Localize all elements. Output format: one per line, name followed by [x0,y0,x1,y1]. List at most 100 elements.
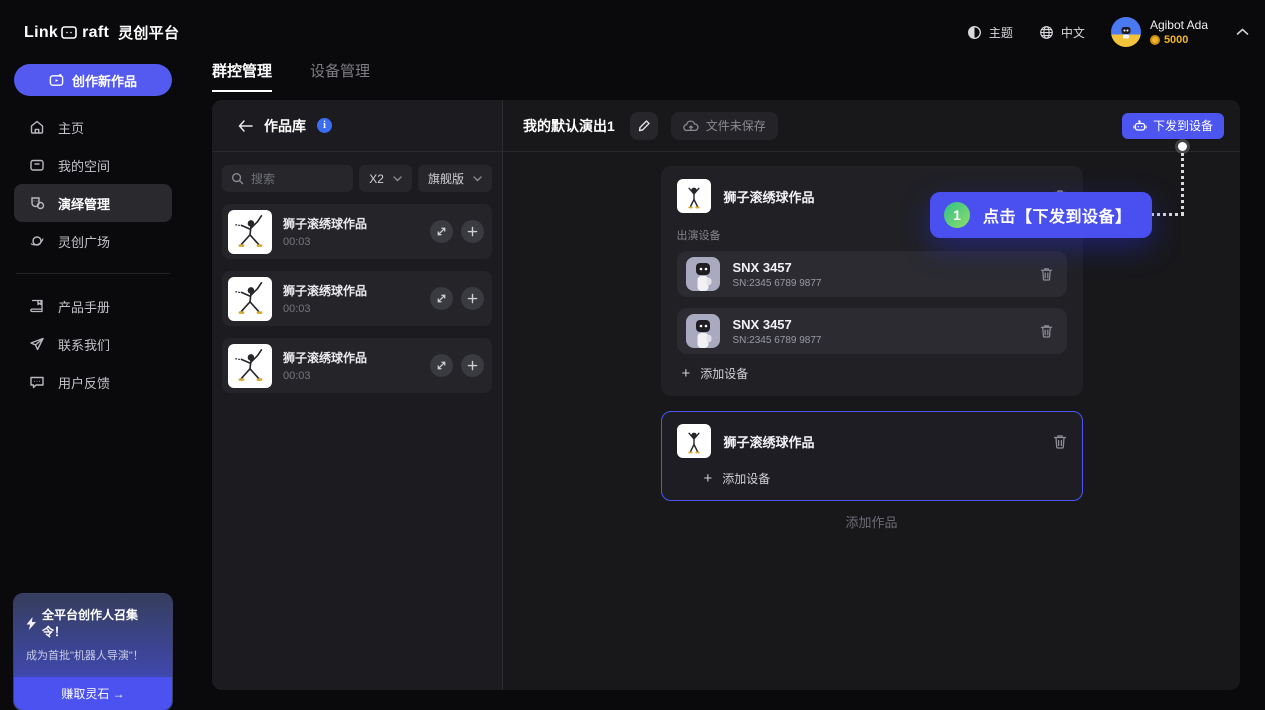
add-device-label: 添加设备 [722,470,770,487]
work-duration: 00:03 [283,303,367,315]
speed-filter-dropdown[interactable]: X2 [359,165,412,192]
remove-device-icon[interactable] [1040,267,1053,281]
theme-toggle[interactable]: 主题 [967,24,1013,41]
sidebar-item-my-space[interactable]: 我的空间 [14,146,172,184]
performance-card-selected[interactable]: 狮子滚绣球作品 + 添加设备 [661,411,1083,501]
brand-logo-prefix: Link [24,24,58,42]
editor-header: 我的默认演出1 文件未保存 [503,100,1240,152]
chevron-down-icon [393,176,402,182]
collapse-chevron-up-icon[interactable] [1236,28,1249,36]
connector-horizontal-line [1146,213,1184,216]
preview-expand-button[interactable] [430,354,453,377]
add-work-to-show-button[interactable] [461,354,484,377]
work-thumbnail [677,424,711,458]
preview-expand-button[interactable] [430,220,453,243]
add-device-button[interactable]: + 添加设备 [677,365,1067,382]
deploy-button-label: 下发到设备 [1153,117,1213,134]
remove-device-icon[interactable] [1040,324,1053,338]
send-icon [29,336,45,352]
sidebar-item-home[interactable]: 主页 [14,108,172,146]
device-avatar [686,314,720,348]
device-serial: SN:2345 6789 9877 [733,278,822,289]
user-menu[interactable]: Agibot Ada 5000 [1111,17,1208,47]
language-switcher[interactable]: 中文 [1039,24,1085,41]
device-serial: SN:2345 6789 9877 [733,335,822,346]
lightning-icon [26,617,37,630]
deploy-to-device-button[interactable]: 下发到设备 [1122,113,1224,139]
work-list-item[interactable]: 狮子滚绣球作品 00:03 [222,204,492,259]
add-work-to-show-button[interactable] [461,287,484,310]
brand-logo-suffix: raft [82,24,109,42]
home-icon [29,119,45,135]
works-list: 狮子滚绣球作品 00:03 [212,204,502,405]
preview-expand-button[interactable] [430,287,453,310]
delete-card-icon[interactable] [1053,434,1067,449]
sidebar-item-label: 演绎管理 [58,194,110,213]
theme-label: 主题 [989,24,1013,41]
add-work-button[interactable]: 添加作品 [845,512,897,531]
device-row[interactable]: SNX 3457 SN:2345 6789 9877 [677,251,1067,297]
earn-gems-button[interactable]: 赚取灵石 → [14,677,172,710]
device-row[interactable]: SNX 3457 SN:2345 6789 9877 [677,308,1067,354]
file-status-label: 文件未保存 [706,117,766,134]
feedback-icon [29,374,45,390]
file-status-badge: 文件未保存 [671,112,778,140]
device-name: SNX 3457 [733,260,822,275]
add-work-to-show-button[interactable] [461,220,484,243]
edit-title-button[interactable] [630,112,658,140]
tab-device-management[interactable]: 设备管理 [310,60,370,92]
work-list-item[interactable]: 狮子滚绣球作品 00:03 [222,271,492,326]
search-icon [231,172,244,185]
sidebar: Link raft 灵创平台 创作新作品 [0,0,186,710]
show-title: 我的默认演出1 [523,116,615,136]
video-plus-icon [49,73,64,88]
step-number-badge: 1 [944,202,970,228]
works-library-panel: 作品库 i X2 旗舰版 [212,100,503,690]
tab-group-control[interactable]: 群控管理 [212,60,272,92]
work-thumbnail [228,344,272,388]
sidebar-item-plaza[interactable]: 灵创广场 [14,222,172,260]
sidebar-item-performance-management[interactable]: 演绎管理 [14,184,172,222]
promo-title: 全平台创作人召集令！ [42,606,160,640]
robot-icon [1133,120,1147,132]
book-icon [29,298,45,314]
brand-monitor-icon [61,25,79,41]
sidebar-item-feedback[interactable]: 用户反馈 [14,363,172,401]
add-device-button[interactable]: + 添加设备 [677,470,1067,487]
earn-gems-label: 赚取灵石 → [61,685,124,702]
plus-icon: + [704,471,713,486]
sidebar-item-label: 灵创广场 [58,232,110,251]
create-work-button[interactable]: 创作新作品 [14,64,172,96]
work-title: 狮子滚绣球作品 [283,282,367,299]
sidebar-item-label: 用户反馈 [58,373,110,392]
drama-icon [29,195,45,211]
connector-vertical-line [1181,153,1184,215]
speed-filter-value: X2 [369,172,384,186]
tab-label: 群控管理 [212,63,272,80]
work-duration: 00:03 [283,370,367,382]
tab-label: 设备管理 [310,63,370,80]
language-label: 中文 [1061,24,1085,41]
search-input[interactable] [251,172,331,186]
sidebar-item-manual[interactable]: 产品手册 [14,287,172,325]
brand-logo: Link raft 灵创平台 [24,22,179,43]
work-list-item[interactable]: 狮子滚绣球作品 00:03 [222,338,492,393]
sidebar-item-label: 主页 [58,118,84,137]
theme-icon [967,25,982,40]
sidebar-item-contact[interactable]: 联系我们 [14,325,172,363]
search-box[interactable] [222,165,353,192]
work-thumbnail [677,179,711,213]
add-device-label: 添加设备 [700,365,748,382]
info-icon[interactable]: i [317,118,332,133]
back-arrow-icon[interactable] [238,120,253,132]
coin-balance: 5000 [1150,34,1208,46]
coin-amount: 5000 [1164,34,1188,46]
card-work-title: 狮子滚绣球作品 [724,187,815,206]
edition-filter-dropdown[interactable]: 旗舰版 [418,165,492,192]
edition-filter-value: 旗舰版 [428,170,464,187]
promo-subtitle: 成为首批"机器人导演"！ [26,647,160,663]
library-header: 作品库 i [212,100,502,152]
promo-card: 全平台创作人召集令！ 成为首批"机器人导演"！ 赚取灵石 → [13,593,173,710]
sidebar-item-label: 联系我们 [58,335,110,354]
sidebar-item-label: 我的空间 [58,156,110,175]
